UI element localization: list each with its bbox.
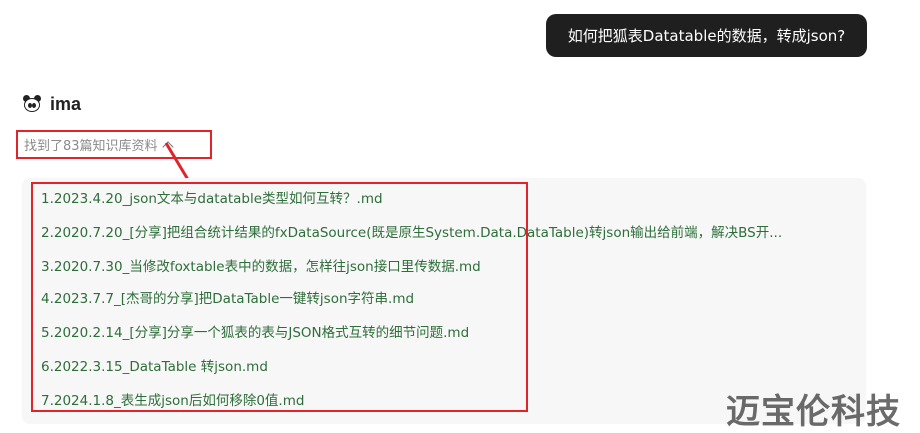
found-documents-label: 找到了83篇知识库资料 <box>24 139 158 154</box>
user-message-text: 如何把狐表Datatable的数据，转成json? <box>567 27 846 45</box>
result-item-7[interactable]: 7.2024.1.8_表生成json后如何移除0值.md <box>41 391 304 411</box>
panda-icon <box>22 95 42 113</box>
result-item-4[interactable]: 4.2023.7.7_[杰哥的分享]把DataTable一键转json字符串.m… <box>41 289 414 309</box>
chevron-up-icon <box>161 140 174 153</box>
assistant-name: ima <box>50 93 82 114</box>
result-item-5[interactable]: 5.2020.2.14_[分享]分享一个狐表的表与JSON格式互转的细节问题.m… <box>41 323 469 343</box>
result-item-2[interactable]: 2.2020.7.20_[分享]把组合统计结果的fxDataSource(既是原… <box>41 223 782 243</box>
result-item-3[interactable]: 3.2020.7.30_当修改foxtable表中的数据，怎样往json接口里传… <box>41 257 481 277</box>
user-message-bubble: 如何把狐表Datatable的数据，转成json? <box>546 14 867 57</box>
assistant-header: ima <box>22 92 81 116</box>
watermark-text: 迈宝伦科技 <box>726 392 901 432</box>
result-item-1[interactable]: 1.2023.4.20_json文本与datatable类型如何互转？.md <box>41 189 383 209</box>
found-documents-toggle[interactable]: 找到了83篇知识库资料 <box>16 130 212 159</box>
result-item-6[interactable]: 6.2022.3.15_DataTable 转json.md <box>41 357 268 377</box>
